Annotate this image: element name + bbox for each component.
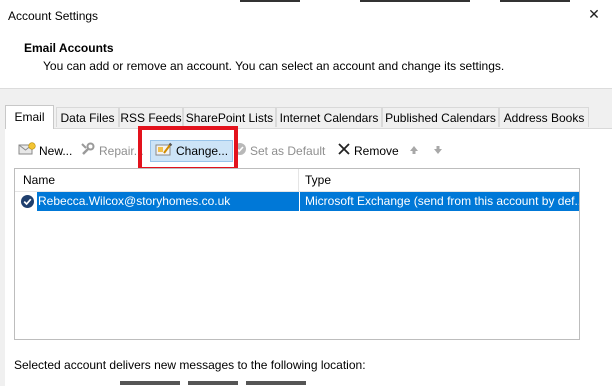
delivery-location-label: Selected account delivers new messages t… — [14, 358, 366, 372]
window-title: Account Settings — [8, 9, 99, 23]
repair-button[interactable]: Repair... — [80, 140, 144, 162]
tab-rss-feeds[interactable]: RSS Feeds — [119, 107, 183, 127]
header-title: Email Accounts — [24, 41, 114, 55]
account-type-cell[interactable]: Microsoft Exchange (send from this accou… — [300, 192, 579, 211]
move-down-button[interactable] — [432, 140, 447, 162]
tab-email[interactable]: Email — [5, 105, 54, 129]
arrow-up-icon — [408, 141, 420, 163]
x-icon — [337, 141, 351, 163]
highlight-annotation — [138, 126, 238, 171]
new-button[interactable]: New... — [18, 140, 72, 162]
header-description: You can add or remove an account. You ca… — [43, 59, 505, 73]
accounts-table: Name Type Rebecca.Wilcox@storyhomes.co.u… — [14, 168, 580, 340]
delivery-location-value-clipped — [120, 381, 320, 386]
dialog-header: Email Accounts You can add or remove an … — [0, 32, 612, 89]
background-window-edge — [200, 0, 612, 3]
column-header-name[interactable]: Name — [23, 173, 55, 187]
move-up-button[interactable] — [408, 140, 423, 162]
column-divider[interactable] — [298, 169, 299, 191]
tab-internet-calendars[interactable]: Internet Calendars — [276, 107, 382, 127]
table-header: Name Type — [15, 169, 579, 192]
tab-published-calendars[interactable]: Published Calendars — [382, 107, 499, 127]
remove-button[interactable]: Remove — [337, 140, 399, 162]
set-as-default-button[interactable]: Set as Default — [233, 140, 325, 162]
remove-button-label: Remove — [354, 144, 399, 158]
repair-button-label: Repair... — [99, 144, 144, 158]
tab-data-files[interactable]: Data Files — [56, 107, 119, 127]
set-as-default-label: Set as Default — [250, 144, 326, 158]
arrow-down-icon — [432, 141, 444, 163]
account-name-cell[interactable]: Rebecca.Wilcox@storyhomes.co.uk — [37, 192, 299, 211]
tab-address-books[interactable]: Address Books — [499, 107, 589, 127]
title-bar: Account Settings ✕ — [0, 0, 612, 32]
new-button-label: New... — [39, 144, 73, 158]
default-account-icon — [20, 194, 35, 209]
column-header-type[interactable]: Type — [305, 173, 331, 187]
tab-sharepoint-lists[interactable]: SharePoint Lists — [183, 107, 276, 127]
close-icon[interactable]: ✕ — [585, 5, 603, 23]
new-account-icon — [18, 141, 36, 163]
table-row[interactable]: Rebecca.Wilcox@storyhomes.co.uk Microsof… — [15, 192, 579, 211]
wrench-icon — [80, 141, 96, 163]
